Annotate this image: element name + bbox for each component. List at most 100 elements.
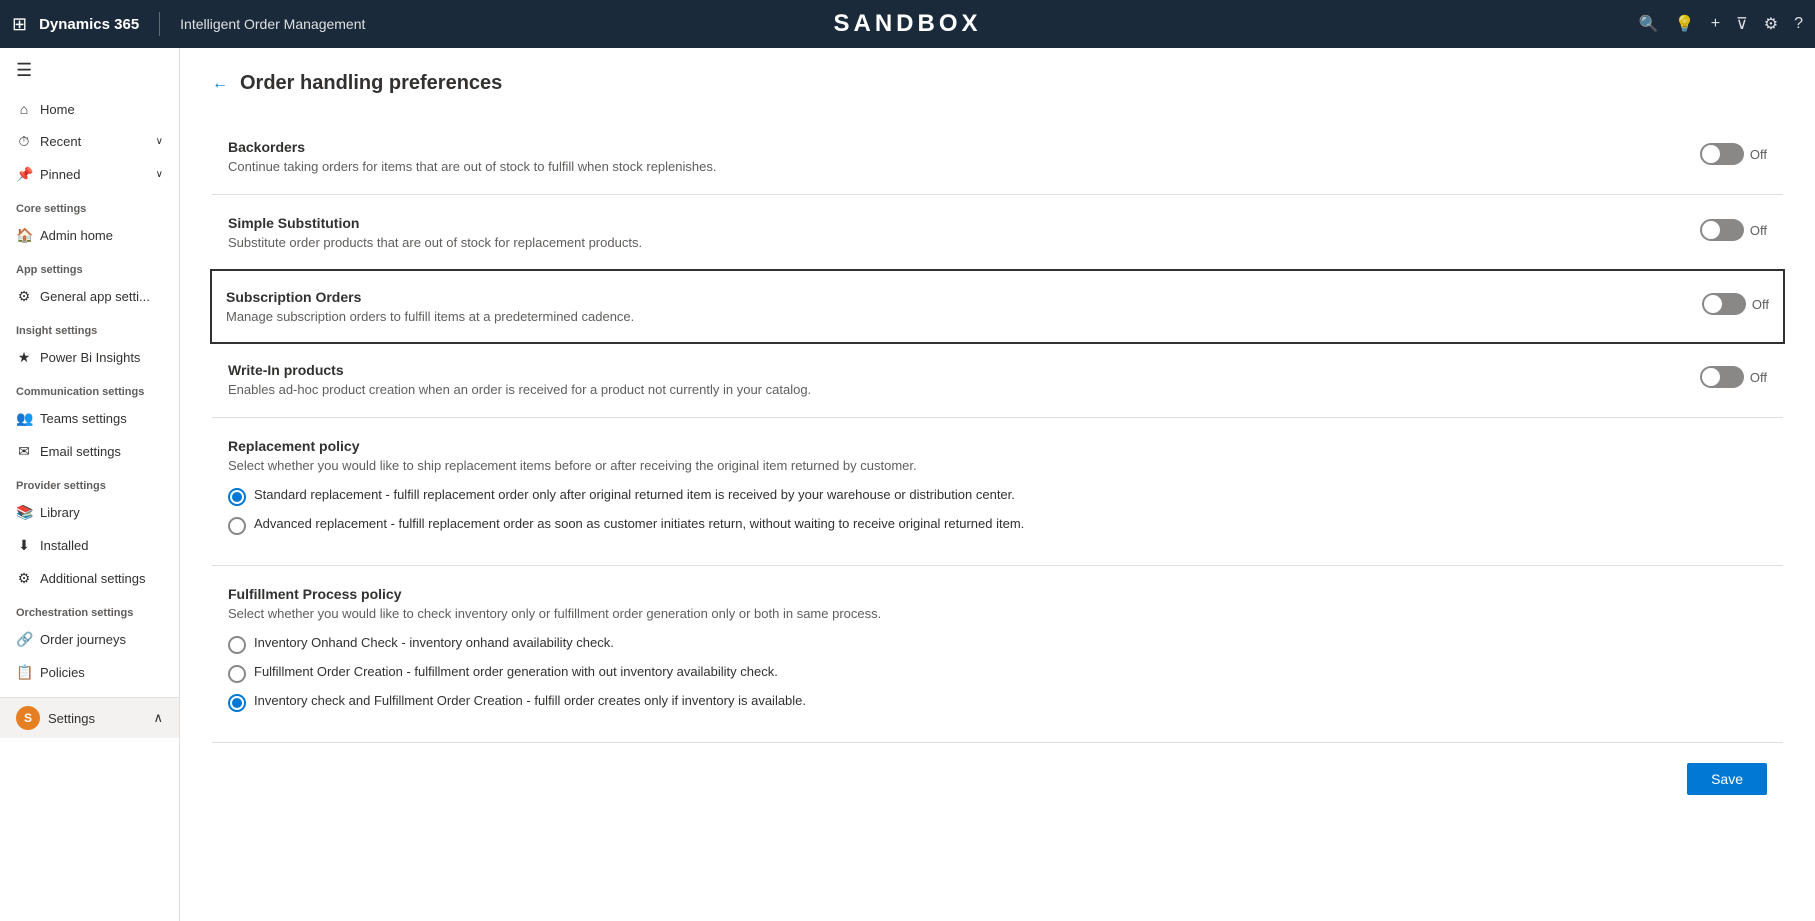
write-in-products-setting-row: Write-In products Enables ad-hoc product… <box>212 342 1783 418</box>
write-in-products-content: Write-In products Enables ad-hoc product… <box>228 362 1700 397</box>
search-icon[interactable]: 🔍 <box>1639 14 1659 34</box>
sidebar-item-admin-home[interactable]: 🏠 Admin home <box>0 219 179 252</box>
backorders-desc: Continue taking orders for items that ar… <box>228 159 1700 174</box>
waffle-icon[interactable]: ⊞ <box>12 14 27 35</box>
chevron-down-icon: ∨ <box>156 136 163 147</box>
replacement-advanced-label: Advanced replacement - fulfill replaceme… <box>254 516 1024 531</box>
filter-icon[interactable]: ⊽ <box>1736 14 1748 34</box>
sidebar-item-pinned[interactable]: 📌 Pinned ∨ <box>0 158 179 191</box>
fulfillment-inventory-check-option[interactable]: Inventory check and Fulfillment Order Cr… <box>228 693 1767 712</box>
write-in-products-toggle-label: Off <box>1750 370 1767 385</box>
save-button[interactable]: Save <box>1687 763 1767 795</box>
backorders-title: Backorders <box>228 139 1700 155</box>
simple-substitution-toggle[interactable]: Off <box>1700 219 1767 241</box>
sidebar-item-general-app-label: General app setti... <box>40 289 150 304</box>
pin-icon: 📌 <box>16 166 32 183</box>
sidebar-item-home-label: Home <box>40 102 75 117</box>
write-in-products-toggle-knob <box>1702 368 1720 386</box>
provider-settings-label: Provider settings <box>0 468 179 496</box>
sandbox-label: SANDBOX <box>833 10 981 38</box>
sidebar-item-admin-home-label: Admin home <box>40 228 113 243</box>
fulfillment-inventory-check-radio[interactable] <box>228 694 246 712</box>
settings-icon[interactable]: ⚙ <box>1764 14 1778 34</box>
sidebar-item-general-app[interactable]: ⚙ General app setti... <box>0 280 179 313</box>
subscription-orders-toggle-label: Off <box>1752 297 1769 312</box>
topbar-left: ⊞ Dynamics 365 Intelligent Order Managem… <box>12 12 365 36</box>
subscription-orders-toggle-switch[interactable] <box>1702 293 1746 315</box>
communication-settings-label: Communication settings <box>0 374 179 402</box>
fulfillment-inventory-onhand-radio[interactable] <box>228 636 246 654</box>
sidebar-item-order-journeys-label: Order journeys <box>40 632 126 647</box>
backorders-toggle-switch[interactable] <box>1700 143 1744 165</box>
general-app-icon: ⚙ <box>16 288 32 305</box>
lightbulb-icon[interactable]: 💡 <box>1675 14 1695 34</box>
fulfillment-inventory-check-label: Inventory check and Fulfillment Order Cr… <box>254 693 806 708</box>
backorders-toggle[interactable]: Off <box>1700 143 1767 165</box>
sidebar-item-installed[interactable]: ⬇ Installed <box>0 529 179 562</box>
content-area: ← Order handling preferences Backorders … <box>180 48 1815 921</box>
simple-substitution-title: Simple Substitution <box>228 215 1700 231</box>
sidebar-item-home[interactable]: ⌂ Home <box>0 93 179 125</box>
sidebar-footer-settings[interactable]: S Settings ∧ <box>0 698 179 738</box>
chevron-down-icon-pinned: ∨ <box>156 169 163 180</box>
topbar-module: Intelligent Order Management <box>180 16 365 32</box>
replacement-advanced-radio[interactable] <box>228 517 246 535</box>
subscription-orders-toggle[interactable]: Off <box>1702 293 1769 315</box>
fulfillment-order-creation-label: Fulfillment Order Creation - fulfillment… <box>254 664 778 679</box>
sidebar-item-additional-settings[interactable]: ⚙ Additional settings <box>0 562 179 595</box>
fulfillment-policy-desc: Select whether you would like to check i… <box>228 606 1767 621</box>
topbar: ⊞ Dynamics 365 Intelligent Order Managem… <box>0 0 1815 48</box>
replacement-advanced-option[interactable]: Advanced replacement - fulfill replaceme… <box>228 516 1767 535</box>
page-header: ← Order handling preferences <box>212 72 1783 95</box>
subscription-orders-title: Subscription Orders <box>226 289 1702 305</box>
policies-icon: 📋 <box>16 664 32 681</box>
fulfillment-policy-title: Fulfillment Process policy <box>228 586 1767 602</box>
simple-substitution-toggle-switch[interactable] <box>1700 219 1744 241</box>
fulfillment-inventory-onhand-option[interactable]: Inventory Onhand Check - inventory onhan… <box>228 635 1767 654</box>
sidebar-item-additional-settings-label: Additional settings <box>40 571 146 586</box>
replacement-standard-option[interactable]: Standard replacement - fulfill replaceme… <box>228 487 1767 506</box>
topbar-divider <box>159 12 160 36</box>
help-icon[interactable]: ? <box>1794 15 1803 33</box>
fulfillment-order-creation-radio[interactable] <box>228 665 246 683</box>
replacement-policy-title: Replacement policy <box>228 438 1767 454</box>
sidebar-item-installed-label: Installed <box>40 538 88 553</box>
insight-settings-label: Insight settings <box>0 313 179 341</box>
simple-substitution-setting-row: Simple Substitution Substitute order pro… <box>212 195 1783 271</box>
sidebar-item-teams[interactable]: 👥 Teams settings <box>0 402 179 435</box>
sidebar-hamburger[interactable]: ☰ <box>0 48 179 93</box>
write-in-products-title: Write-In products <box>228 362 1700 378</box>
backorders-content: Backorders Continue taking orders for it… <box>228 139 1700 174</box>
sidebar-item-pinned-label: Pinned <box>40 167 80 182</box>
sidebar-item-email[interactable]: ✉ Email settings <box>0 435 179 468</box>
sidebar-item-order-journeys[interactable]: 🔗 Order journeys <box>0 623 179 656</box>
sidebar-item-policies[interactable]: 📋 Policies <box>0 656 179 689</box>
app-name[interactable]: Dynamics 365 <box>39 16 139 33</box>
admin-home-icon: 🏠 <box>16 227 32 244</box>
sidebar-item-library[interactable]: 📚 Library <box>0 496 179 529</box>
sidebar-item-power-bi[interactable]: ★ Power Bi Insights <box>0 341 179 374</box>
core-settings-label: Core settings <box>0 191 179 219</box>
simple-substitution-toggle-label: Off <box>1750 223 1767 238</box>
subscription-orders-setting-row: Subscription Orders Manage subscription … <box>210 269 1785 344</box>
installed-icon: ⬇ <box>16 537 32 554</box>
sidebar-item-power-bi-label: Power Bi Insights <box>40 350 140 365</box>
avatar: S <box>16 706 40 730</box>
back-button[interactable]: ← <box>212 75 228 93</box>
orchestration-settings-label: Orchestration settings <box>0 595 179 623</box>
fulfillment-order-creation-option[interactable]: Fulfillment Order Creation - fulfillment… <box>228 664 1767 683</box>
email-icon: ✉ <box>16 443 32 460</box>
sidebar-item-recent-label: Recent <box>40 134 81 149</box>
write-in-products-toggle-switch[interactable] <box>1700 366 1744 388</box>
home-icon: ⌂ <box>16 101 32 117</box>
replacement-policy-desc: Select whether you would like to ship re… <box>228 458 1767 473</box>
simple-substitution-desc: Substitute order products that are out o… <box>228 235 1700 250</box>
replacement-standard-radio[interactable] <box>228 488 246 506</box>
sidebar-item-recent[interactable]: ⏱ Recent ∨ <box>0 125 179 158</box>
write-in-products-toggle[interactable]: Off <box>1700 366 1767 388</box>
recent-icon: ⏱ <box>16 133 32 150</box>
fulfillment-policy-section: Fulfillment Process policy Select whethe… <box>212 566 1783 743</box>
add-icon[interactable]: + <box>1711 15 1720 33</box>
sidebar-item-library-label: Library <box>40 505 80 520</box>
chevron-up-icon: ∧ <box>153 710 163 726</box>
